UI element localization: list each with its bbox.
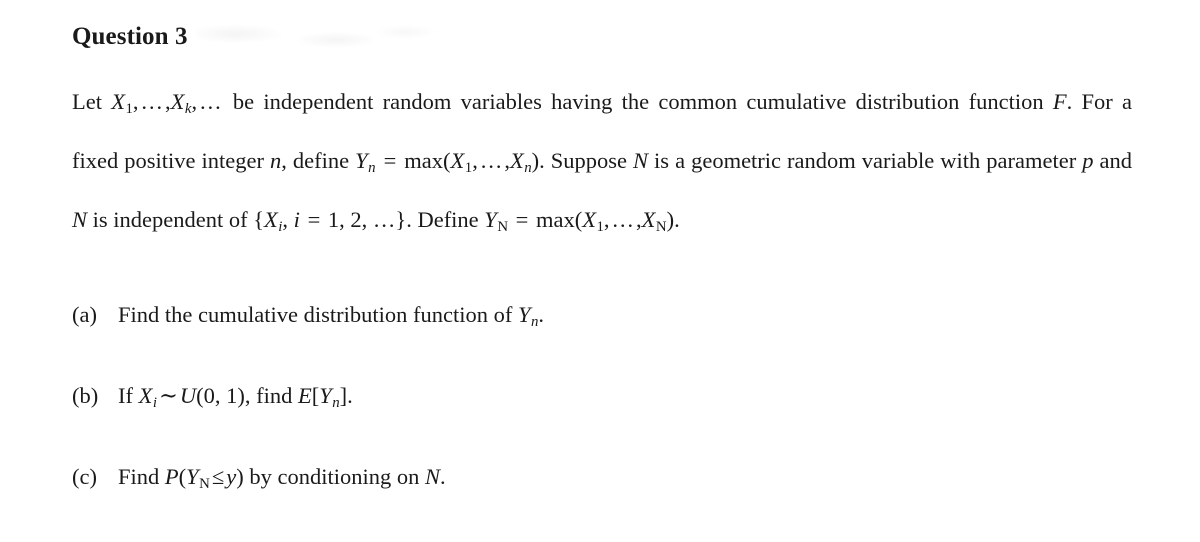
expectation-symbol: E (297, 383, 312, 408)
sub-question-c-mid: by conditioning on (243, 464, 425, 489)
sub-question-a-post: . (538, 302, 545, 327)
index-set: {Xi, i = 1, 2, …} (253, 207, 407, 235)
uniform-distribution-args: (0, 1) (196, 383, 245, 408)
statement-text-3: , define (281, 148, 356, 173)
capital-n-symbol-2: N (72, 207, 88, 232)
problem-statement-paragraph: Let X1,…,Xk,… be independent random vari… (72, 76, 1132, 253)
sub-question-b-marker: (b) (72, 383, 99, 408)
statement-text-4: . Suppose (539, 148, 634, 173)
capital-n-symbol: N (633, 148, 649, 173)
statement-text-6: and (1093, 148, 1132, 173)
page-title: Question 3 (72, 23, 188, 50)
sub-question-c: (c) Find P(YN≤y) by conditioning on N. (72, 462, 1132, 499)
sub-question-c-variable: Y (186, 464, 199, 489)
paren-close: ) (236, 464, 244, 489)
scan-smudge-artifact (196, 18, 446, 60)
sub-question-a: (a) Find the cumulative distribution func… (72, 300, 1132, 337)
cdf-symbol: F (1052, 89, 1067, 114)
probability-symbol: P (164, 464, 179, 489)
statement-text-5: is a geometric random variable with para… (648, 148, 1083, 173)
sub-question-c-marker: (c) (72, 464, 97, 489)
uniform-distribution-symbol: U (179, 383, 197, 408)
sub-question-b-mid: , find (244, 383, 298, 408)
sub-question-b: (b) If Xi∼U(0, 1), find E[Yn]. (72, 381, 1132, 418)
distributed-as-icon: ∼ (159, 383, 178, 408)
sub-question-c-post: . (440, 464, 446, 489)
sub-question-a-variable: Y (517, 302, 531, 327)
sub-question-c-subscript: N (199, 476, 210, 492)
statement-text-7: is independent of (87, 207, 254, 232)
statement-text-9: . (674, 207, 680, 232)
sub-question-a-marker: (a) (72, 302, 97, 327)
sub-question-c-pre: Find (118, 464, 165, 489)
sub-question-b-post: . (347, 383, 353, 408)
sub-question-b-pre: If (118, 383, 139, 408)
sub-question-b-variable: X (138, 383, 153, 408)
statement-text-8: . Define (406, 207, 485, 232)
question-page: Question 3 Let X1,…,Xk,… be independent … (0, 0, 1200, 542)
problem-statement: Let X1,…,Xk,… be independent random vari… (72, 76, 1132, 253)
n-symbol: n (270, 148, 282, 173)
sub-question-c-variable-y: y (226, 464, 237, 489)
statement-lead: Let (72, 89, 112, 114)
expectation-subscript: n (332, 395, 340, 411)
less-than-or-equal-icon: ≤ (211, 464, 225, 489)
conditioning-variable: N (425, 464, 441, 489)
random-variable-sequence: X1,…,Xk,… (111, 89, 222, 117)
expectation-variable: Y (319, 383, 332, 408)
sub-questions-list: (a) Find the cumulative distribution func… (72, 300, 1132, 499)
yN-definition: YN = max(X1,…,XN) (484, 207, 675, 235)
sub-question-a-pre: Find the cumulative distribution functio… (118, 302, 518, 327)
yn-definition: Yn = max(X1,…,Xn) (355, 148, 540, 176)
statement-text-1: be independent random variables having t… (223, 89, 1053, 114)
p-symbol: p (1082, 148, 1094, 173)
